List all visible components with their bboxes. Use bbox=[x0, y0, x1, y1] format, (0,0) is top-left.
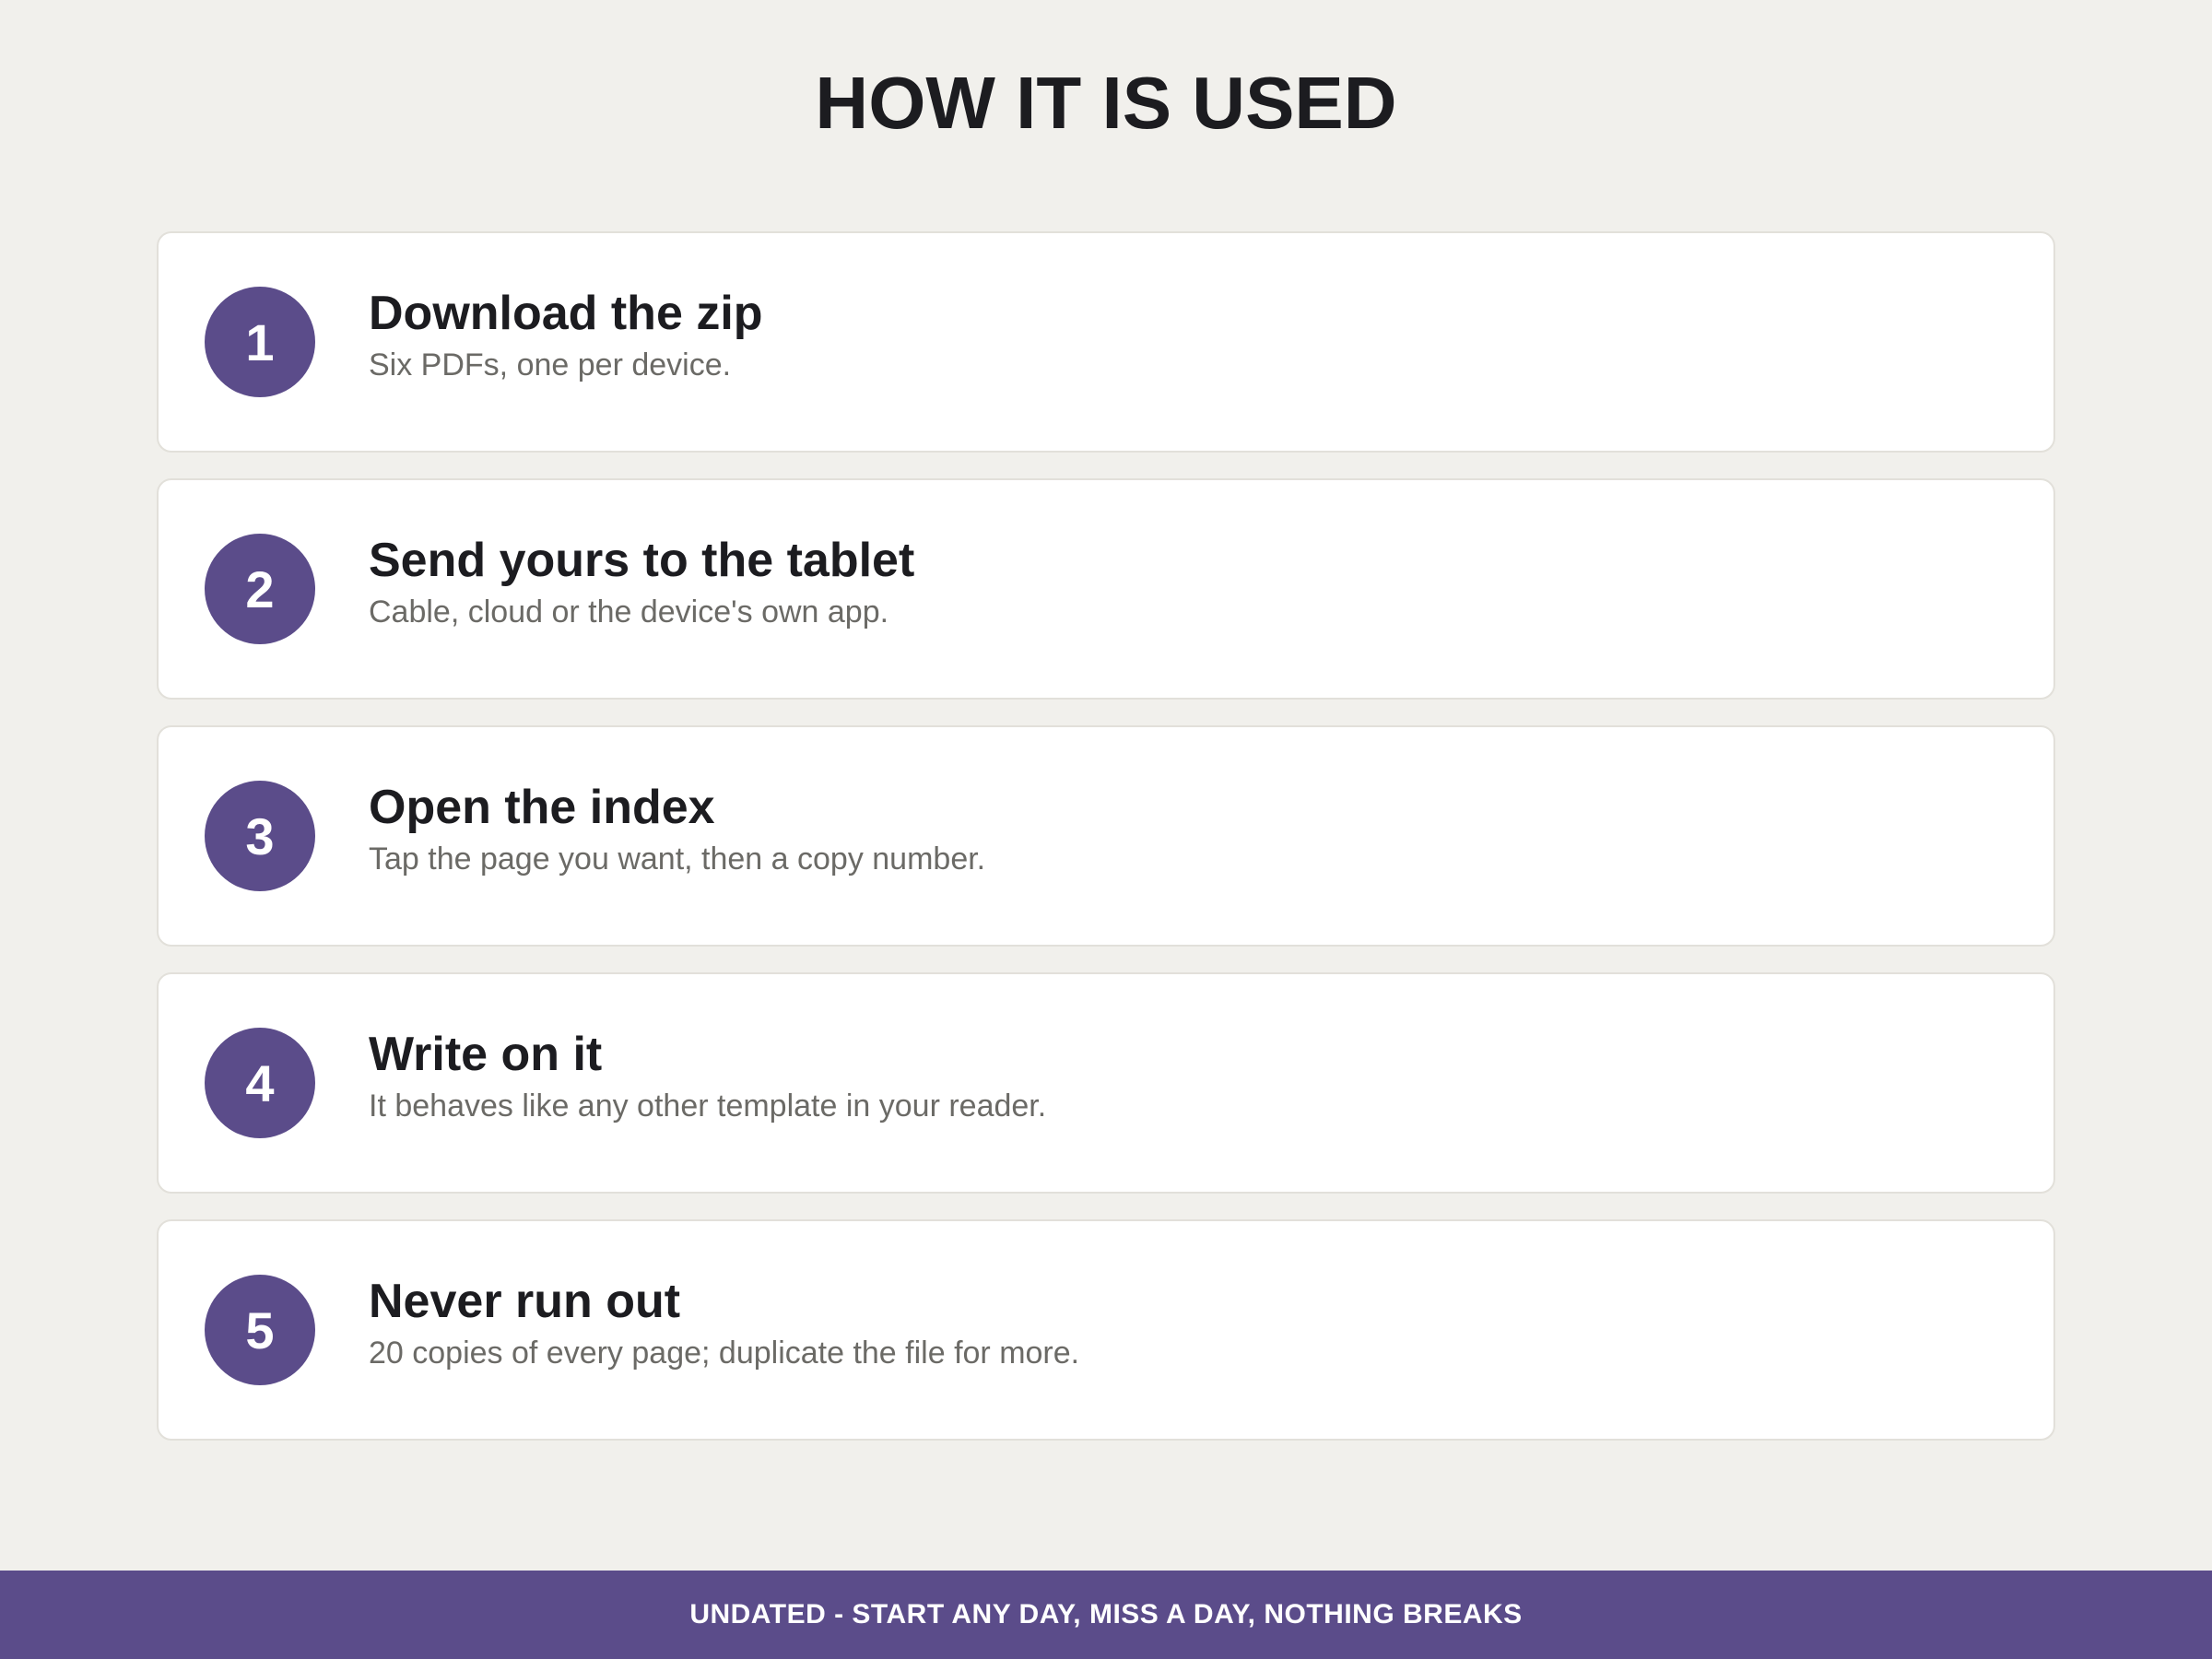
step-card-3: 3 Open the index Tap the page you want, … bbox=[157, 725, 2055, 947]
step-description: Six PDFs, one per device. bbox=[369, 347, 732, 382]
step-card-5: 5 Never run out 20 copies of every page;… bbox=[157, 1219, 2055, 1441]
step-number-badge: 4 bbox=[205, 1028, 315, 1138]
steps-list: 1 Download the zip Six PDFs, one per dev… bbox=[157, 231, 2055, 1466]
step-description: Tap the page you want, then a copy numbe… bbox=[369, 841, 986, 877]
step-number-badge: 2 bbox=[205, 534, 315, 644]
step-title: Download the zip bbox=[369, 287, 763, 340]
step-number-badge: 1 bbox=[205, 287, 315, 397]
step-card-1: 1 Download the zip Six PDFs, one per dev… bbox=[157, 231, 2055, 453]
step-title: Send yours to the tablet bbox=[369, 534, 915, 587]
step-description: 20 copies of every page; duplicate the f… bbox=[369, 1335, 1080, 1371]
step-text: Open the index Tap the page you want, th… bbox=[369, 779, 2017, 880]
step-title: Write on it bbox=[369, 1028, 603, 1081]
page-title: HOW IT IS USED bbox=[815, 62, 1397, 144]
step-text: Download the zip Six PDFs, one per devic… bbox=[369, 285, 2017, 386]
step-text: Never run out 20 copies of every page; d… bbox=[369, 1273, 2017, 1374]
step-description: Cable, cloud or the device's own app. bbox=[369, 594, 889, 629]
step-number-badge: 3 bbox=[205, 781, 315, 891]
step-number-badge: 5 bbox=[205, 1275, 315, 1385]
step-text: Send yours to the tablet Cable, cloud or… bbox=[369, 532, 2017, 633]
footer-banner: UNDATED - START ANY DAY, MISS A DAY, NOT… bbox=[0, 1571, 2212, 1659]
step-card-4: 4 Write on it It behaves like any other … bbox=[157, 972, 2055, 1194]
step-text: Write on it It behaves like any other te… bbox=[369, 1026, 2017, 1127]
step-title: Open the index bbox=[369, 781, 715, 834]
footer-text: UNDATED - START ANY DAY, MISS A DAY, NOT… bbox=[689, 1599, 1523, 1630]
step-title: Never run out bbox=[369, 1275, 681, 1328]
step-card-2: 2 Send yours to the tablet Cable, cloud … bbox=[157, 478, 2055, 700]
step-description: It behaves like any other template in yo… bbox=[369, 1088, 1047, 1124]
